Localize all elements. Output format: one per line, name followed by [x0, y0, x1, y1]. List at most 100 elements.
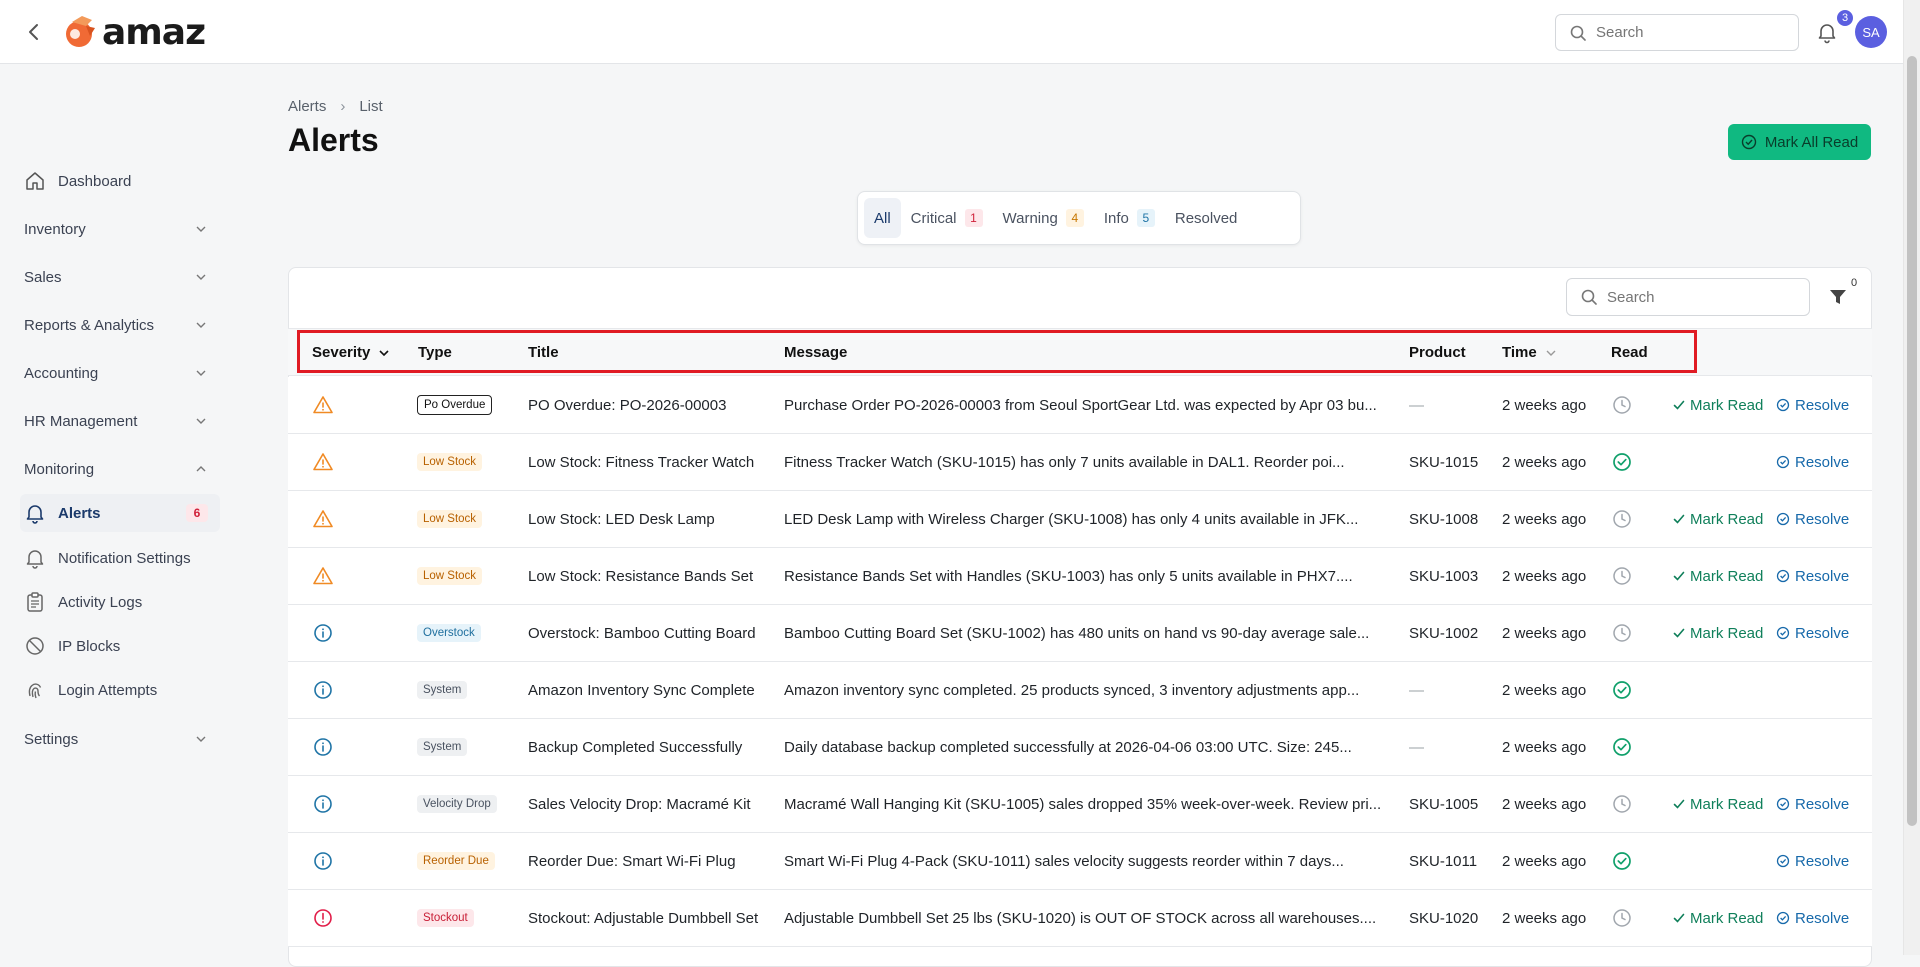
sidebar-item-label: Monitoring — [24, 460, 95, 478]
tab-critical[interactable]: Critical 1 — [901, 198, 993, 238]
table-search[interactable] — [1566, 278, 1810, 316]
table-row[interactable]: Velocity Drop Sales Velocity Drop: Macram… — [288, 776, 1872, 833]
mark-read-label: Mark Read — [1690, 510, 1764, 528]
time-cell: 2 weeks ago — [1502, 453, 1587, 471]
sidebar-item-hr[interactable]: HR Management — [20, 402, 220, 440]
sidebar-item-label: Dashboard — [58, 172, 132, 190]
table-row[interactable]: System Backup Completed Successfully Daily… — [288, 719, 1872, 776]
tab-all[interactable]: All — [864, 198, 901, 238]
breadcrumb-root[interactable]: Alerts — [288, 98, 326, 115]
resolve-button[interactable]: Resolve — [1776, 605, 1849, 661]
table-row[interactable]: System Amazon Inventory Sync Complete Amaz… — [288, 662, 1872, 719]
resolve-button[interactable]: Resolve — [1776, 890, 1849, 946]
scrollbar-thumb[interactable] — [1907, 56, 1917, 826]
sidebar-item-alerts[interactable]: Alerts 6 — [20, 494, 220, 532]
mark-read-button[interactable]: Mark Read — [1672, 377, 1763, 433]
tab-info[interactable]: Info 5 — [1094, 198, 1165, 238]
mark-read-button[interactable]: Mark Read — [1672, 548, 1763, 604]
resolve-label: Resolve — [1795, 567, 1850, 585]
resolve-button[interactable]: Resolve — [1776, 491, 1849, 547]
sidebar-item-dashboard[interactable]: Dashboard — [20, 162, 220, 200]
sidebar-item-label: HR Management — [24, 412, 138, 430]
mark-read-button[interactable]: Mark Read — [1672, 890, 1763, 946]
table-row[interactable]: Overstock Overstock: Bamboo Cutting Board… — [288, 605, 1872, 662]
product-cell: SKU-1002 — [1409, 624, 1479, 642]
resolve-button[interactable]: Resolve — [1776, 548, 1849, 604]
table-row[interactable]: Low Stock Low Stock: Resistance Bands Set… — [288, 548, 1872, 605]
table-row[interactable]: Po Overdue PO Overdue: PO-2026-00003 Purch… — [288, 377, 1872, 434]
type-cell: Low Stock — [417, 434, 483, 490]
column-header-message[interactable]: Message — [784, 344, 847, 361]
title-cell: Backup Completed Successfully — [528, 738, 743, 756]
type-badge: Low Stock — [417, 510, 483, 528]
sidebar-item-inventory[interactable]: Inventory — [20, 210, 220, 248]
type-badge: Low Stock — [417, 567, 483, 585]
column-label: Read — [1611, 344, 1648, 361]
title-cell: Amazon Inventory Sync Complete — [528, 681, 755, 699]
type-cell: Low Stock — [417, 548, 483, 604]
page-scrollbar[interactable] — [1903, 0, 1920, 955]
column-header-severity[interactable]: Severity — [312, 344, 390, 361]
mark-read-label: Mark Read — [1690, 567, 1764, 585]
column-header-type[interactable]: Type — [418, 344, 452, 361]
sidebar-item-notification-settings[interactable]: Notification Settings — [20, 539, 220, 577]
sidebar-item-label: Notification Settings — [58, 549, 191, 567]
mark-read-button[interactable]: Mark Read — [1672, 605, 1763, 661]
table-search-input[interactable] — [1607, 288, 1787, 306]
column-header-title[interactable]: Title — [528, 344, 559, 361]
sidebar-item-monitoring[interactable]: Monitoring — [20, 450, 220, 488]
sidebar-item-ip-blocks[interactable]: IP Blocks — [20, 627, 220, 665]
chevron-down-icon — [196, 226, 206, 232]
column-label: Severity — [312, 344, 371, 361]
title-cell: Reorder Due: Smart Wi-Fi Plug — [528, 852, 736, 870]
resolve-button[interactable]: Resolve — [1776, 434, 1849, 490]
resolve-button[interactable]: Resolve — [1776, 377, 1849, 433]
sidebar-item-activity-logs[interactable]: Activity Logs — [20, 583, 220, 621]
mark-read-button[interactable]: Mark Read — [1672, 776, 1763, 832]
sidebar-item-login-attempts[interactable]: Login Attempts — [20, 671, 220, 709]
resolve-button[interactable]: Resolve — [1776, 776, 1849, 832]
check-circle-icon — [1741, 134, 1757, 150]
message-cell: Smart Wi-Fi Plug 4-Pack (SKU-1011) sales… — [784, 852, 1344, 870]
table-row[interactable]: Reorder Due Reorder Due: Smart Wi-Fi Plug… — [288, 833, 1872, 890]
table-row[interactable]: Low Stock Low Stock: LED Desk Lamp LED Des… — [288, 491, 1872, 548]
product-cell: SKU-1015 — [1409, 453, 1479, 471]
table-row[interactable]: Low Stock Low Stock: Fitness Tracker Watc… — [288, 434, 1872, 491]
sidebar-item-reports[interactable]: Reports & Analytics — [20, 306, 220, 344]
type-badge: System — [417, 681, 468, 699]
sidebar-item-sales[interactable]: Sales — [20, 258, 220, 296]
sidebar: Dashboard Inventory Sales Reports & Anal… — [0, 65, 232, 955]
resolve-button[interactable]: Resolve — [1776, 833, 1849, 889]
message-cell: Daily database backup completed successf… — [784, 738, 1352, 756]
table-row[interactable]: Stockout Stockout: Adjustable Dumbbell Se… — [288, 890, 1872, 947]
global-search-input[interactable] — [1596, 24, 1776, 41]
column-label: Time — [1502, 344, 1537, 361]
message-cell: Adjustable Dumbbell Set 25 lbs (SKU-1020… — [784, 909, 1377, 927]
tab-resolved[interactable]: Resolved — [1165, 198, 1248, 238]
mark-all-read-button[interactable]: Mark All Read — [1728, 124, 1871, 160]
type-cell: Overstock — [417, 605, 481, 661]
ban-icon — [24, 635, 46, 657]
unread-clock-icon — [1611, 548, 1633, 604]
notifications-bell-icon[interactable] — [1815, 20, 1839, 44]
column-header-product[interactable]: Product — [1409, 344, 1466, 361]
info-circle-icon — [312, 662, 334, 718]
back-arrow-icon[interactable] — [22, 20, 46, 44]
message-cell: LED Desk Lamp with Wireless Charger (SKU… — [784, 510, 1359, 528]
tab-warning[interactable]: Warning 4 — [993, 198, 1094, 238]
search-icon — [1570, 25, 1586, 41]
read-check-icon — [1611, 662, 1633, 718]
user-avatar[interactable]: SA — [1855, 16, 1887, 48]
filter-icon[interactable] — [1827, 286, 1849, 308]
sidebar-item-settings[interactable]: Settings — [20, 720, 220, 758]
clipboard-icon — [24, 591, 46, 613]
unread-clock-icon — [1611, 491, 1633, 547]
mark-read-button[interactable]: Mark Read — [1672, 491, 1763, 547]
sidebar-item-accounting[interactable]: Accounting — [20, 354, 220, 392]
unread-clock-icon — [1611, 776, 1633, 832]
global-search[interactable] — [1555, 14, 1799, 51]
app-logo[interactable]: amaz — [62, 12, 206, 53]
column-header-time[interactable]: Time — [1502, 344, 1557, 361]
column-header-read[interactable]: Read — [1611, 344, 1648, 361]
time-cell: 2 weeks ago — [1502, 567, 1587, 585]
